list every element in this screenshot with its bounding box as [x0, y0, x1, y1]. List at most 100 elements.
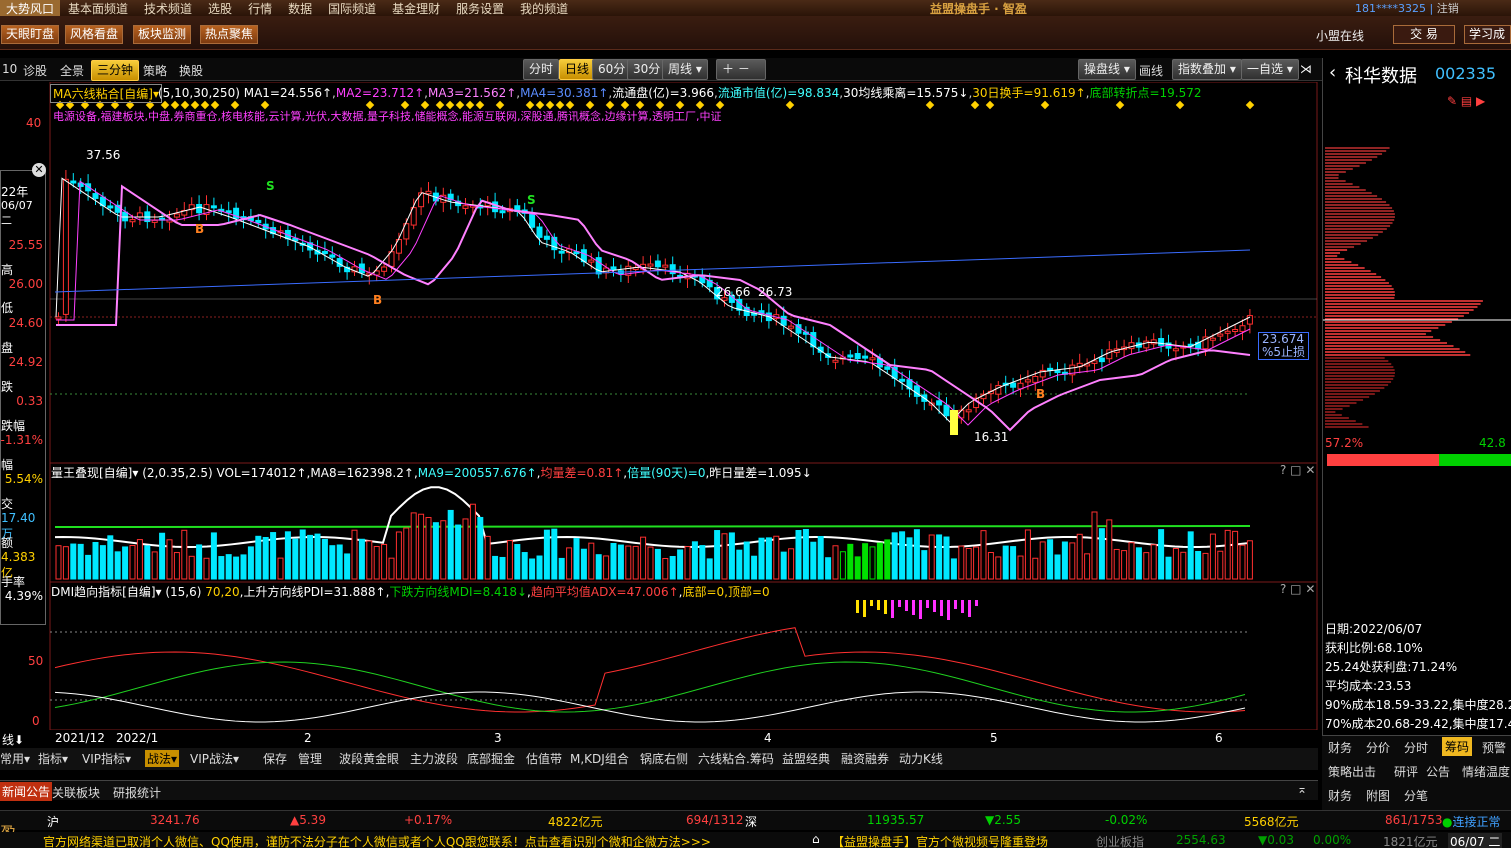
chip-left-pct: 57.2% — [1325, 436, 1364, 450]
volume-bar — [1091, 511, 1098, 580]
tab-alert[interactable]: 预警 — [1482, 739, 1506, 756]
menu-item-0[interactable]: 大势风口 — [0, 0, 61, 17]
tab-sentiment[interactable]: 情绪温度 — [1462, 763, 1510, 780]
tab-strategy[interactable]: 策略出击 — [1328, 763, 1376, 780]
period-fenshi[interactable]: 分时 — [523, 59, 560, 80]
three-minute-tab[interactable]: 三分钟 — [91, 60, 140, 81]
home-icon[interactable]: ⌂ — [812, 832, 820, 846]
volume-panel-controls[interactable]: ? □ ✕ — [1280, 463, 1315, 477]
indicator-item-7[interactable]: 波段黄金眼 — [339, 750, 399, 767]
left-tool-0[interactable]: 10 — [2, 62, 17, 76]
chip-stats: 日期:2022/06/07 获利比例:68.10% 25.24处获利盘:71.2… — [1325, 620, 1511, 734]
learn-button[interactable]: 学习成 — [1464, 25, 1511, 44]
user-name[interactable]: 181****3325 — [1355, 2, 1426, 15]
volume-bar — [1143, 552, 1150, 580]
indicator-item-9[interactable]: 底部掘金 — [467, 750, 515, 767]
style-view-button[interactable]: 风格看盘 — [65, 25, 124, 44]
tab-finance-2[interactable]: 财务 — [1328, 787, 1352, 804]
kline-chart[interactable]: B B B S S — [0, 82, 1318, 730]
menu-item-3[interactable]: 选股 — [200, 0, 240, 17]
tab-related-sector[interactable]: 关联板块 — [52, 784, 100, 801]
tab-ticks[interactable]: 分笔 — [1404, 787, 1428, 804]
menu-item-5[interactable]: 数据 — [280, 0, 320, 17]
dmi-panel-controls[interactable]: ? □ ✕ — [1280, 582, 1315, 596]
vip-indicator-menu[interactable]: VIP指标▾ — [82, 750, 131, 767]
dmi-indicator-header[interactable]: DMI趋向指标[自编]▾ (15,6) 70,20,上升方向线PDI=31.88… — [51, 583, 770, 600]
menu-item-6[interactable]: 国际频道 — [320, 0, 384, 17]
indicator-item-12[interactable]: 锅底右侧 — [640, 750, 688, 767]
trade-button[interactable]: 交 易 — [1393, 25, 1455, 44]
manage-button[interactable]: 管理 — [298, 750, 322, 767]
zoom-in-icon[interactable]: ＋ — [722, 62, 734, 76]
volume-indicator-header[interactable]: 量王叠现[自编]▾ (2,0.35,2.5) VOL=174012↑,MA8=1… — [51, 464, 812, 481]
menu-item-8[interactable]: 服务设置 — [448, 0, 512, 17]
tactics-menu[interactable]: 战法▾ — [145, 750, 180, 767]
indicator-item-15[interactable]: 融资融券 — [841, 750, 889, 767]
tab-news[interactable]: 新闻公告 — [0, 782, 53, 801]
tab-notice[interactable]: 公告 — [1426, 763, 1450, 780]
menu-item-7[interactable]: 基金理财 — [384, 0, 448, 17]
vip-tactics-menu[interactable]: VIP战法▾ — [190, 750, 239, 767]
tab-price-dist[interactable]: 分价 — [1366, 739, 1390, 756]
zoom-out-icon[interactable]: － — [738, 62, 750, 76]
menu-item-9[interactable]: 我的频道 — [512, 0, 576, 17]
period-weekly[interactable]: 周线 ▾ — [662, 59, 708, 80]
diagnose-tab[interactable]: 诊股 — [23, 62, 47, 79]
back-icon[interactable]: ‹ — [1329, 62, 1336, 83]
switch-stock-tab[interactable]: 换股 — [179, 62, 203, 79]
indicator-item-13[interactable]: 六线粘合.筹码 — [698, 750, 774, 767]
main-indicator-name[interactable]: MA六线粘合[自编]▾ — [50, 84, 162, 103]
tianyan-button[interactable]: 天眼盯盘 — [1, 25, 60, 44]
hot-focus-button[interactable]: 热点聚焦 — [200, 25, 259, 44]
stock-code: 002335 — [1435, 64, 1497, 83]
zoom-controls[interactable]: ＋ － — [716, 59, 766, 80]
tab-finance[interactable]: 财务 — [1328, 739, 1352, 756]
menu-item-4[interactable]: 行情 — [240, 0, 280, 17]
user-account[interactable]: 181****3325 | 注销 — [1355, 0, 1459, 16]
tab-subchart[interactable]: 附图 — [1366, 787, 1390, 804]
common-menu[interactable]: 常用▾ — [0, 750, 30, 767]
candle-series — [55, 170, 1253, 426]
tab-timeshare[interactable]: 分时 — [1404, 739, 1428, 756]
ma9-value: MA9=200557.676↑ — [417, 466, 537, 480]
stop-label: %5止损 — [1262, 345, 1306, 359]
indicator-item-11[interactable]: M,KDJ组合 — [570, 750, 629, 767]
logout-link[interactable]: 注销 — [1437, 2, 1459, 15]
tab-research-stats[interactable]: 研报统计 — [113, 784, 161, 801]
period-30[interactable]: 30分 — [627, 59, 667, 80]
volume-bar — [802, 528, 809, 580]
dmi-levels: 70,20 — [205, 585, 240, 599]
period-60[interactable]: 60分 — [592, 59, 632, 80]
menu-item-1[interactable]: 基本面频道 — [60, 0, 136, 17]
scroll-msg-2[interactable]: 【益盟操盘手】官方个微视频号隆重登场 — [832, 833, 1048, 848]
menu-item-2[interactable]: 技术频道 — [136, 0, 200, 17]
online-service[interactable]: 小盟在线 — [1316, 27, 1364, 44]
index-overlay-dropdown[interactable]: 指数叠加 ▾ — [1172, 59, 1242, 80]
strategy-tab[interactable]: 策略 — [143, 62, 167, 79]
volume-indicator-name[interactable]: 量王叠现[自编] — [51, 466, 132, 480]
volume-bar — [1047, 539, 1054, 580]
save-button[interactable]: 保存 — [263, 750, 287, 767]
dmi-indicator-name[interactable]: DMI趋向指标[自编] — [51, 585, 156, 599]
trade-line-dropdown[interactable]: 操盘线 ▾ — [1078, 59, 1136, 80]
tab-chips[interactable]: 筹码 — [1442, 737, 1473, 756]
draw-line-button[interactable]: 画线 — [1139, 62, 1163, 79]
indicator-item-14[interactable]: 益盟经典 — [782, 750, 830, 767]
tab-research[interactable]: 研评 — [1394, 763, 1418, 780]
collapse-icon[interactable]: ⋊ — [1300, 62, 1312, 76]
volume-bar — [122, 546, 129, 580]
indicator-item-10[interactable]: 估值带 — [526, 750, 562, 767]
info-date: 06/07 二 — [1, 199, 33, 227]
indicator-item-8[interactable]: 主力波段 — [410, 750, 458, 767]
panorama-tab[interactable]: 全景 — [60, 62, 84, 79]
indicator-item-16[interactable]: 动力K线 — [899, 750, 943, 767]
x-axis-mode[interactable]: 线⬇ — [2, 731, 24, 748]
sector-monitor-button[interactable]: 板块监测 — [133, 25, 192, 44]
scroll-msg-1[interactable]: 官方网络渠道已取消个人微信、QQ使用，谨防不法分子在个人微信或者个人QQ跟您联系… — [43, 833, 711, 848]
watchlist-dropdown[interactable]: 一自选 ▾ — [1241, 59, 1299, 80]
period-daily[interactable]: 日线 — [559, 59, 596, 80]
collapse-panel-icon[interactable]: ⌅ — [1297, 782, 1307, 796]
indicator-menu[interactable]: 指标▾ — [38, 750, 68, 767]
close-icon[interactable]: ✕ — [32, 163, 46, 177]
info-value-4: 0.33 — [16, 394, 43, 408]
